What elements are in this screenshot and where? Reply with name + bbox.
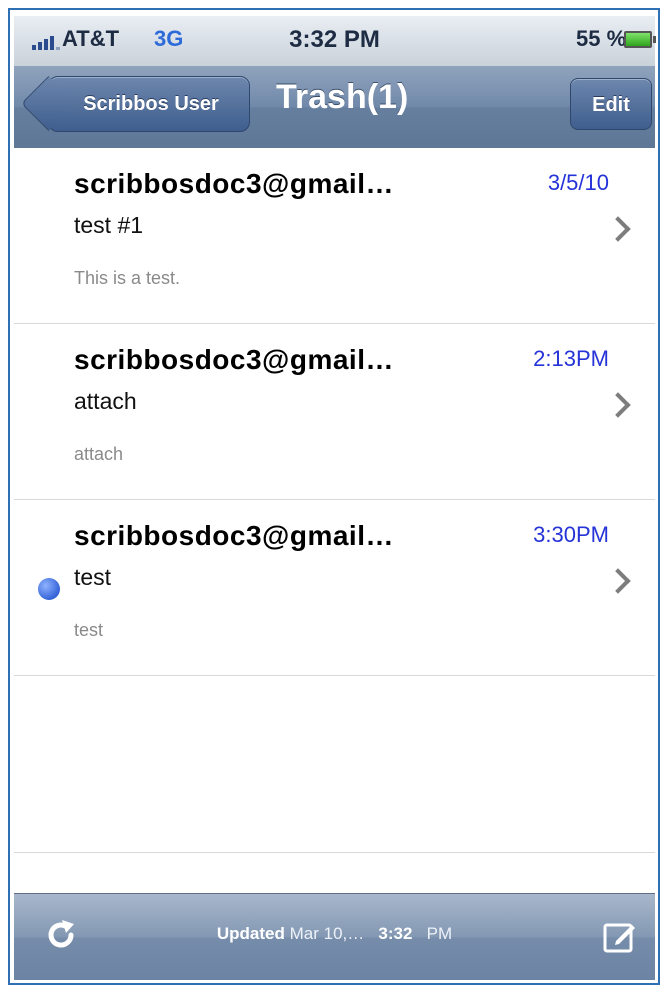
bottom-toolbar: Updated Mar 10,… 3:32 PM — [14, 893, 655, 980]
updated-status: Updated Mar 10,… 3:32 PM — [14, 924, 655, 944]
message-date: 3:30PM — [533, 522, 609, 547]
nav-bar: Scribbos User Trash(1) Edit — [14, 66, 655, 149]
message-preview: test — [74, 620, 104, 640]
empty-row — [14, 676, 655, 853]
message-sender: scribbosdoc3@gmail… — [74, 344, 394, 375]
clock: 3:32 PM — [289, 26, 380, 53]
message-sender: scribbosdoc3@gmail… — [74, 168, 394, 199]
message-subject: attach — [74, 388, 137, 414]
back-button[interactable]: Scribbos User — [48, 76, 250, 132]
compose-icon[interactable] — [602, 918, 638, 954]
battery-percent: 55 % — [576, 26, 627, 51]
chevron-right-icon — [605, 392, 631, 418]
message-preview: This is a test. — [74, 268, 181, 288]
unread-dot-icon — [38, 578, 60, 600]
message-sender: scribbosdoc3@gmail… — [74, 520, 394, 551]
edit-button[interactable]: Edit — [570, 78, 652, 130]
page-title: Trash(1) — [276, 78, 409, 116]
message-row[interactable]: scribbosdoc3@gmail… 3:30PM test test — [14, 500, 655, 676]
message-date: 3/5/10 — [547, 170, 609, 195]
message-list: scribbosdoc3@gmail… 3/5/10 test #1 This … — [14, 148, 655, 853]
updated-date: Mar 10,… — [289, 924, 365, 943]
message-row[interactable]: scribbosdoc3@gmail… 3/5/10 test #1 This … — [14, 148, 655, 324]
battery-icon — [624, 31, 656, 48]
message-subject: test — [74, 564, 112, 590]
chevron-right-icon — [605, 216, 631, 242]
chevron-right-icon — [605, 568, 631, 594]
message-preview: attach — [74, 444, 124, 464]
status-bar: AT&T 3G 3:32 PM 55 % — [14, 16, 656, 67]
message-row[interactable]: scribbosdoc3@gmail… 2:13PM attach attach — [14, 324, 655, 500]
updated-time: 3:32 — [378, 924, 413, 943]
message-subject: test #1 — [74, 212, 144, 238]
updated-label: Updated — [216, 924, 285, 943]
updated-ampm: PM — [426, 924, 453, 943]
message-date: 2:13PM — [533, 346, 609, 371]
back-button-label: Scribbos User — [83, 93, 219, 115]
